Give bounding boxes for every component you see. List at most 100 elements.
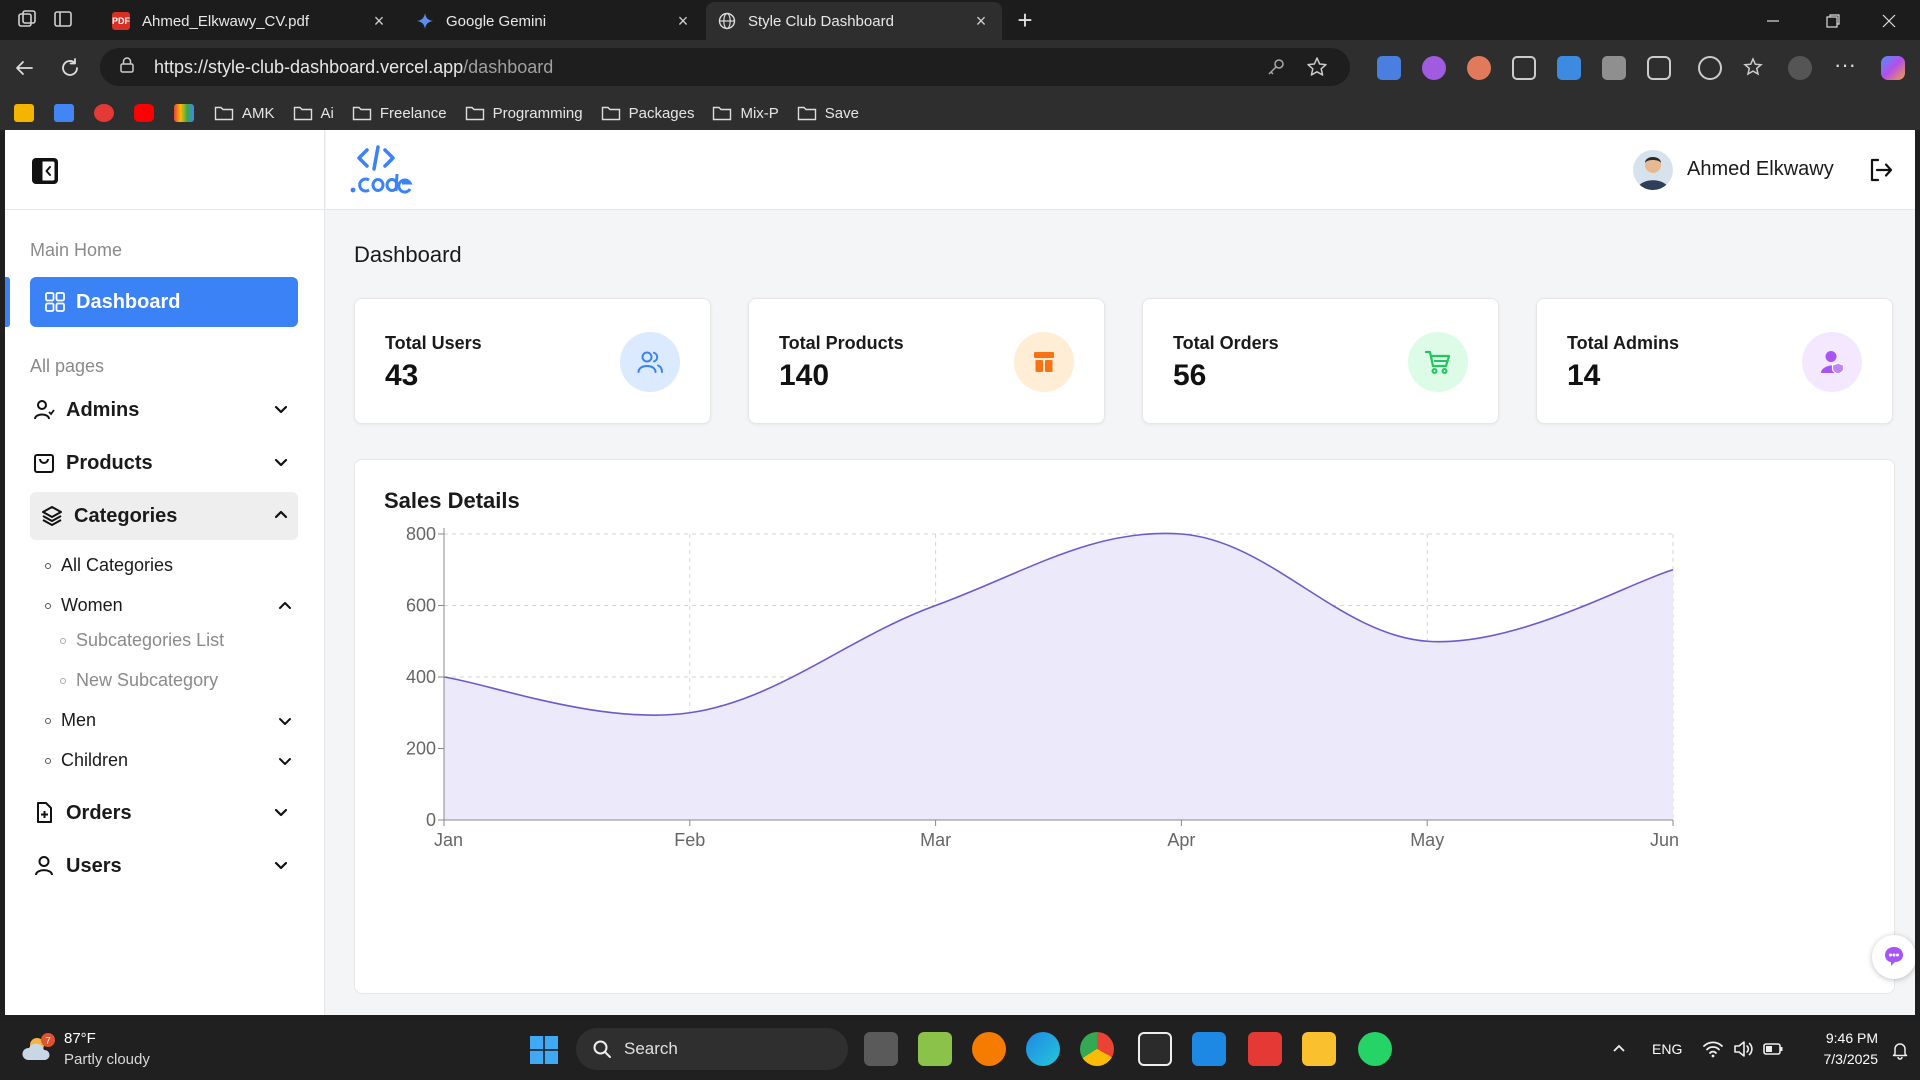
sidebar-item-categories[interactable]: Categories: [30, 492, 298, 540]
weather-condition[interactable]: Partly cloudy: [64, 1051, 150, 1068]
copilot-icon[interactable]: [1881, 56, 1905, 80]
back-icon[interactable]: [10, 54, 38, 82]
chevron-down-icon[interactable]: [272, 400, 290, 418]
sidebar-item-products[interactable]: Products: [30, 439, 298, 487]
taskbar-search[interactable]: Search: [576, 1028, 848, 1070]
bookmark-folder-packages[interactable]: Packages: [601, 105, 694, 122]
profile-avatar[interactable]: [1788, 56, 1812, 80]
sidebar-collapse-icon[interactable]: [30, 156, 60, 186]
close-icon[interactable]: ×: [674, 12, 692, 30]
x-tick-label: Mar: [920, 830, 951, 850]
sidebar-item-admins[interactable]: Admins: [30, 386, 298, 434]
app-red-icon[interactable]: [1248, 1032, 1282, 1066]
chevron-up-icon[interactable]: [277, 598, 293, 614]
code-logo-icon[interactable]: [349, 144, 413, 196]
extension-icon-4[interactable]: [1512, 56, 1536, 80]
workspaces-icon[interactable]: [16, 8, 42, 32]
restore-icon[interactable]: [1810, 6, 1856, 36]
chevron-down-icon[interactable]: [272, 453, 290, 471]
app-compass-icon[interactable]: [972, 1032, 1006, 1066]
sidebar-item-users[interactable]: Users: [30, 842, 298, 890]
media-icon[interactable]: [1698, 56, 1722, 80]
bookmark-gmail-icon[interactable]: [174, 104, 194, 122]
sidebar-subitem-children[interactable]: Children: [45, 750, 128, 771]
extension-icon-5[interactable]: [1557, 56, 1581, 80]
app-box-icon[interactable]: [1138, 1032, 1172, 1066]
close-icon[interactable]: ×: [972, 12, 990, 30]
address-bar[interactable]: https://style-club-dashboard.vercel.app/…: [100, 48, 1350, 86]
tab-cv-pdf[interactable]: PDF Ahmed_Elkwawy_CV.pdf ×: [100, 2, 400, 40]
favorite-star-icon[interactable]: [1306, 56, 1328, 83]
admin-icon: [1802, 332, 1862, 392]
stat-value: 14: [1567, 359, 1601, 392]
task-view-icon[interactable]: [864, 1032, 898, 1066]
subitem-label: Men: [61, 710, 97, 730]
chevron-down-icon[interactable]: [277, 753, 293, 769]
weather-temperature[interactable]: 87°F: [64, 1030, 96, 1047]
language-indicator[interactable]: ENG: [1652, 1041, 1682, 1057]
tab-gemini[interactable]: Google Gemini ×: [404, 2, 704, 40]
sidebar-subitem-new-subcategory[interactable]: New Subcategory: [60, 670, 218, 691]
battery-icon[interactable]: [1762, 1038, 1784, 1060]
sidebar-subitem-men[interactable]: Men: [45, 710, 96, 731]
more-icon[interactable]: ···: [1833, 54, 1857, 80]
chevron-down-icon[interactable]: [277, 713, 293, 729]
site-info-icon[interactable]: [118, 56, 136, 79]
bookmark-folder-mix-p[interactable]: Mix-P: [712, 105, 779, 122]
extension-icon-1[interactable]: [1377, 56, 1401, 80]
tab-style-club-dashboard[interactable]: Style Club Dashboard ×: [706, 2, 1002, 40]
chevron-up-icon[interactable]: [272, 506, 290, 524]
vscode-icon[interactable]: [1192, 1032, 1226, 1066]
clock-date[interactable]: 7/3/2025: [1808, 1051, 1879, 1067]
sidebar-subitem-all-categories[interactable]: All Categories: [45, 555, 173, 576]
chrome-icon[interactable]: [1080, 1032, 1114, 1066]
new-tab-icon[interactable]: +: [1012, 7, 1038, 34]
bookmark-folder-ai[interactable]: Ai: [293, 105, 334, 122]
sidebar-item-label: Users: [66, 854, 122, 877]
bookmark-youtube-icon[interactable]: [134, 104, 154, 122]
sidebar-item-label: Orders: [66, 801, 132, 824]
edge-icon[interactable]: [1026, 1032, 1060, 1066]
x-tick-label: Jun: [1650, 830, 1679, 850]
bookmark-folder-amk[interactable]: AMK: [214, 105, 275, 122]
favorites-icon[interactable]: [1743, 56, 1767, 80]
volume-icon[interactable]: [1732, 1038, 1754, 1060]
sidebar-subitem-subcategories-list[interactable]: Subcategories List: [60, 630, 224, 651]
close-icon[interactable]: ×: [370, 12, 388, 30]
whatsapp-icon[interactable]: [1358, 1032, 1392, 1066]
weather-icon[interactable]: 7: [22, 1032, 56, 1066]
vertical-tabs-icon[interactable]: [52, 8, 78, 32]
bookmark-keep-icon[interactable]: [14, 104, 34, 122]
extension-icon-2[interactable]: [1422, 56, 1446, 80]
clock-time[interactable]: 9:46 PM: [1808, 1030, 1878, 1046]
close-window-icon[interactable]: [1866, 6, 1912, 36]
user-name[interactable]: Ahmed Elkwawy: [1687, 158, 1834, 181]
app-lambda-icon[interactable]: [918, 1032, 952, 1066]
notification-bell-icon[interactable]: [1890, 1040, 1910, 1060]
file-explorer-icon[interactable]: [1302, 1032, 1336, 1066]
bookmark-folder-save[interactable]: Save: [797, 105, 859, 122]
sidebar-item-orders[interactable]: Orders: [30, 789, 298, 837]
bookmark-translate-icon[interactable]: [54, 104, 74, 122]
sidebar-item-dashboard[interactable]: Dashboard: [30, 277, 298, 327]
folder-icon: [352, 106, 372, 121]
wifi-icon[interactable]: [1702, 1038, 1724, 1060]
minimize-icon[interactable]: [1750, 6, 1796, 36]
chevron-down-icon[interactable]: [272, 803, 290, 821]
chevron-up-icon[interactable]: [1610, 1040, 1628, 1058]
camera-icon[interactable]: [1602, 56, 1626, 80]
extension-icon-3[interactable]: [1467, 56, 1491, 80]
puzzle-icon[interactable]: [1647, 56, 1671, 80]
sidebar-subitem-women[interactable]: Women: [45, 595, 123, 616]
chevron-down-icon[interactable]: [272, 856, 290, 874]
floating-assistant-icon[interactable]: [1872, 935, 1915, 979]
logout-icon[interactable]: [1867, 156, 1895, 184]
password-key-icon[interactable]: [1266, 57, 1286, 82]
refresh-icon[interactable]: [56, 54, 84, 82]
bookmark-folder-freelance[interactable]: Freelance: [352, 105, 447, 122]
bookmark-app-icon[interactable]: [94, 104, 114, 122]
start-windows-icon[interactable]: [528, 1034, 560, 1066]
avatar[interactable]: [1633, 150, 1673, 190]
bookmark-folder-programming[interactable]: Programming: [465, 105, 583, 122]
folder-icon: [797, 106, 816, 121]
